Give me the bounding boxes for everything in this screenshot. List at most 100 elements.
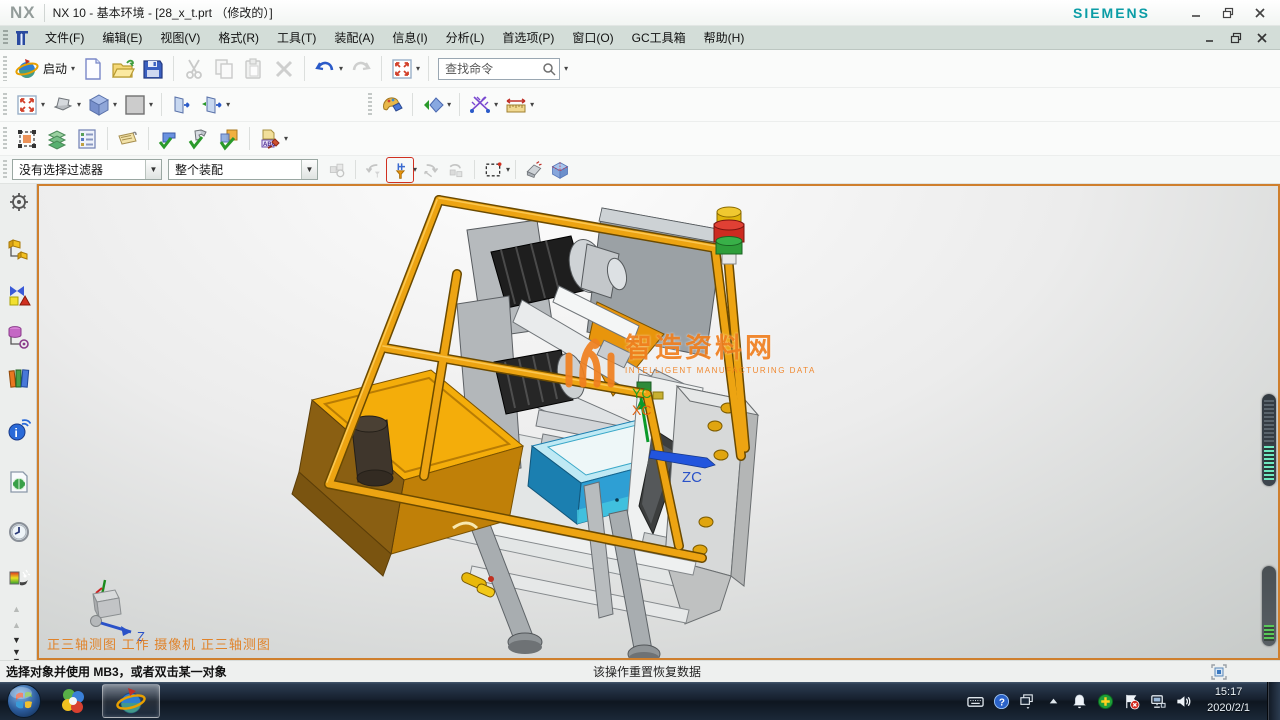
- constraint-navigator-icon[interactable]: [7, 283, 31, 307]
- fit-button[interactable]: ▾: [12, 91, 48, 119]
- reuse-library-icon[interactable]: [7, 366, 31, 390]
- taskbar-clock[interactable]: 15:17 2020/2/1: [1207, 685, 1250, 717]
- toolbar-grip[interactable]: [368, 93, 372, 116]
- menu-window[interactable]: 窗口(O): [563, 26, 622, 49]
- restore-tray-icon[interactable]: [1019, 693, 1036, 710]
- scroll-down-icon[interactable]: ▼: [12, 636, 21, 645]
- part-navigator-icon[interactable]: [7, 325, 31, 349]
- menu-gc-toolbox[interactable]: GC工具箱: [623, 26, 695, 49]
- layer-stack-button[interactable]: [42, 125, 72, 153]
- combo-dropdown-arrow[interactable]: ▼: [301, 160, 317, 179]
- lasso-dropdown-arrow[interactable]: ▾: [506, 166, 510, 174]
- roller-gear-icon[interactable]: [7, 190, 31, 214]
- rendering-style-button[interactable]: ▾: [84, 91, 120, 119]
- menu-format[interactable]: 格式(R): [209, 26, 268, 49]
- clip-slider-bottom[interactable]: [1262, 566, 1276, 646]
- menu-assembly[interactable]: 装配(A): [325, 26, 383, 49]
- eraser-button[interactable]: [521, 158, 547, 182]
- toolbar-grip[interactable]: [3, 160, 7, 179]
- nx-taskbar-button[interactable]: [102, 684, 160, 718]
- volume-tray-icon[interactable]: [1175, 693, 1192, 710]
- snap-point-icon: [468, 93, 492, 117]
- scroll-up2-icon: ▲: [12, 621, 21, 630]
- snap-point-button[interactable]: ▾: [465, 91, 501, 119]
- move-object-button[interactable]: [377, 91, 407, 119]
- keyboard-tray-icon[interactable]: [967, 693, 984, 710]
- tool-check-icon: [187, 127, 211, 151]
- selection-scope-combo[interactable]: 整个装配 ▼: [168, 159, 318, 180]
- note-tag-button[interactable]: [113, 125, 143, 153]
- start-menu-button[interactable]: 启动▾: [12, 55, 78, 83]
- toolbar-grip[interactable]: [3, 127, 7, 150]
- menu-preferences[interactable]: 首选项(P): [493, 26, 563, 49]
- web-browser-icon[interactable]: [7, 470, 31, 494]
- menu-view[interactable]: 视图(V): [151, 26, 209, 49]
- status-message: 该操作重置恢复数据: [593, 663, 701, 680]
- antivirus-tray-icon[interactable]: [1097, 693, 1114, 710]
- action-center-flag-icon[interactable]: [1123, 693, 1140, 710]
- measure-button[interactable]: ▾: [501, 91, 537, 119]
- menu-edit[interactable]: 编辑(E): [93, 26, 151, 49]
- close-button[interactable]: [1246, 3, 1274, 23]
- cube-select-button[interactable]: [547, 158, 573, 182]
- clip-slider-top[interactable]: [1262, 394, 1276, 486]
- background-button[interactable]: ▾: [120, 91, 156, 119]
- tool-check-button[interactable]: [184, 125, 214, 153]
- start-orb[interactable]: [6, 683, 42, 719]
- internet-info-icon[interactable]: i: [7, 418, 31, 442]
- mdi-minimize-button[interactable]: [1200, 30, 1220, 46]
- filter-scope-button[interactable]: [387, 158, 413, 182]
- mdi-close-button[interactable]: [1252, 30, 1272, 46]
- find-dropdown-arrow[interactable]: ▾: [564, 65, 568, 73]
- menu-tools[interactable]: 工具(T): [268, 26, 325, 49]
- menu-information[interactable]: 信息(I): [383, 26, 436, 49]
- nx-app-icon: [116, 686, 146, 716]
- minimize-button[interactable]: [1182, 3, 1210, 23]
- show-hide-button[interactable]: ▾: [418, 91, 454, 119]
- nx-logo: NX: [0, 3, 44, 23]
- notification-bell-icon[interactable]: [1071, 693, 1088, 710]
- menu-file[interactable]: 文件(F): [36, 26, 93, 49]
- graphics-viewport[interactable]: YC XC ZC Z: [37, 184, 1280, 660]
- lasso-button[interactable]: [480, 158, 506, 182]
- block-check-button[interactable]: [154, 125, 184, 153]
- history-clock-icon[interactable]: [7, 520, 31, 544]
- siemens-logo: SIEMENS: [1073, 5, 1150, 21]
- menu-analysis[interactable]: 分析(L): [437, 26, 494, 49]
- open-file-button[interactable]: [108, 55, 138, 83]
- undo-button[interactable]: ▾: [310, 55, 346, 83]
- network-tray-icon[interactable]: [1149, 693, 1166, 710]
- new-file-button[interactable]: [78, 55, 108, 83]
- cut-button: [179, 55, 209, 83]
- hidden-icons-arrow[interactable]: [1045, 693, 1062, 710]
- mdi-restore-button[interactable]: [1226, 30, 1246, 46]
- selection-mode-icon[interactable]: [1210, 663, 1228, 681]
- restore-button[interactable]: [1214, 3, 1242, 23]
- layer-settings-button[interactable]: [72, 125, 102, 153]
- toolbar-grip[interactable]: [3, 93, 7, 116]
- view-name-labels: 正三轴测图 工作 摄像机 正三轴测图: [47, 634, 271, 653]
- toolbar-grip[interactable]: [3, 56, 7, 82]
- select-region-button[interactable]: [12, 125, 42, 153]
- selection-filter-combo[interactable]: 没有选择过滤器 ▼: [12, 159, 162, 180]
- section-view-button[interactable]: [167, 91, 197, 119]
- palette-icon[interactable]: [7, 566, 31, 590]
- browser-pinwheel-icon[interactable]: [56, 686, 90, 716]
- combo-dropdown-arrow[interactable]: ▼: [145, 160, 161, 179]
- annotation-edit-button[interactable]: ABC▾: [255, 125, 291, 153]
- wcs-xc-label: XC: [632, 402, 651, 418]
- find-command-box[interactable]: [438, 58, 560, 80]
- toolbar-grip[interactable]: [3, 30, 8, 46]
- assembly-check-button[interactable]: [214, 125, 244, 153]
- assembly-navigator-icon[interactable]: [7, 238, 31, 262]
- lasso-rectangle-icon: [483, 160, 503, 180]
- save-button[interactable]: [138, 55, 168, 83]
- edit-section-button[interactable]: ▾: [197, 91, 233, 119]
- show-desktop-button[interactable]: [1267, 682, 1280, 720]
- filter-back-button: [361, 158, 387, 182]
- assembly-check-icon: [217, 127, 241, 151]
- menu-help[interactable]: 帮助(H): [695, 26, 754, 49]
- help-tray-icon[interactable]: ?: [993, 693, 1010, 710]
- orient-view-button[interactable]: ▾: [48, 91, 84, 119]
- fit-view-button[interactable]: ▾: [387, 55, 423, 83]
